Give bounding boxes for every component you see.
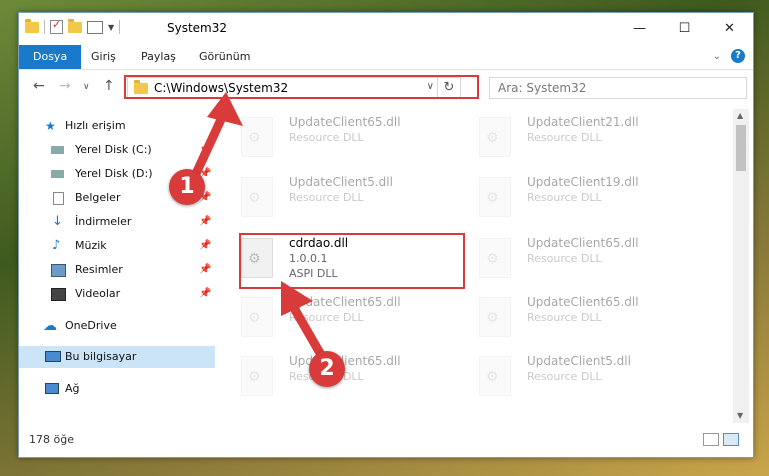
step-badge-2: 2 (309, 351, 345, 387)
arrow-1-head (207, 92, 243, 126)
explorer-window: ▼ System32 — ☐ ✕ Dosya Giriş Paylaş Görü… (18, 12, 754, 458)
step-badge-1: 1 (169, 169, 205, 205)
arrow-1-shaft (189, 108, 229, 183)
annotation-arrows (189, 92, 329, 365)
